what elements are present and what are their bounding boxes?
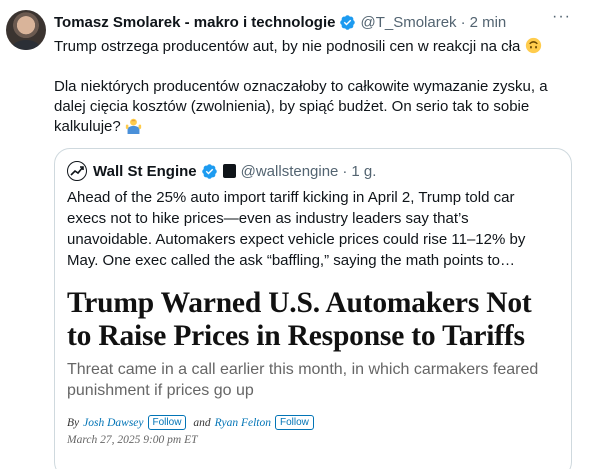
article-byline: By Josh Dawsey Follow and Ryan Felton Fo… bbox=[67, 415, 561, 430]
verified-badge-icon bbox=[340, 14, 356, 30]
byline-author-1[interactable]: Josh Dawsey bbox=[83, 417, 143, 429]
article-subhead: Threat came in a call earlier this month… bbox=[67, 361, 539, 399]
quoted-time[interactable]: 1 g. bbox=[351, 163, 376, 180]
byline-by: By bbox=[67, 416, 80, 429]
byline-author-2[interactable]: Ryan Felton bbox=[215, 417, 271, 429]
author-name[interactable]: Tomasz Smolarek - makro i technologie bbox=[54, 14, 335, 31]
author-handle[interactable]: @T_Smolarek bbox=[360, 14, 456, 31]
more-icon[interactable]: ··· bbox=[552, 8, 571, 26]
separator-dot: · bbox=[342, 162, 348, 180]
author-avatar[interactable] bbox=[6, 10, 46, 50]
quoted-tweet-header: Wall St Engine @wallstengine · 1 g. bbox=[67, 161, 376, 181]
byline-and: and bbox=[193, 416, 211, 429]
verified-badge-icon bbox=[201, 163, 217, 179]
tweet-time[interactable]: 2 min bbox=[470, 14, 507, 31]
tweet-paragraph-2: Dla niektórych producentów oznaczałoby t… bbox=[54, 78, 548, 135]
chart-arrow-icon bbox=[70, 166, 84, 176]
follow-button-author-1[interactable]: Follow bbox=[147, 415, 187, 430]
affiliate-badge-icon bbox=[222, 164, 236, 178]
quoted-tweet-card[interactable]: Wall St Engine @wallstengine · 1 g. Ahea… bbox=[54, 148, 572, 469]
upside-down-face-emoji bbox=[525, 37, 541, 54]
article-headline: Trump Warned U.S. Automakers Not to Rais… bbox=[67, 287, 532, 352]
quoted-avatar[interactable] bbox=[67, 161, 87, 181]
quoted-author-name[interactable]: Wall St Engine bbox=[93, 163, 197, 180]
quoted-handle[interactable]: @wallstengine bbox=[241, 163, 339, 180]
person-shrugging-emoji bbox=[125, 118, 142, 134]
follow-button-author-2[interactable]: Follow bbox=[275, 415, 314, 430]
article-preview[interactable]: Trump Warned U.S. Automakers Not to Rais… bbox=[67, 287, 561, 446]
tweet-paragraph-1: Trump ostrzega producentów aut, by nie p… bbox=[54, 37, 574, 57]
tweet-text: Trump ostrzega producentów aut, by nie p… bbox=[54, 37, 574, 137]
separator-dot: · bbox=[460, 13, 466, 31]
quoted-text: Ahead of the 25% auto import tariff kick… bbox=[67, 189, 526, 269]
tweet-header: Tomasz Smolarek - makro i technologie @T… bbox=[54, 11, 589, 33]
article-date: March 27, 2025 9:00 pm ET bbox=[67, 434, 198, 446]
